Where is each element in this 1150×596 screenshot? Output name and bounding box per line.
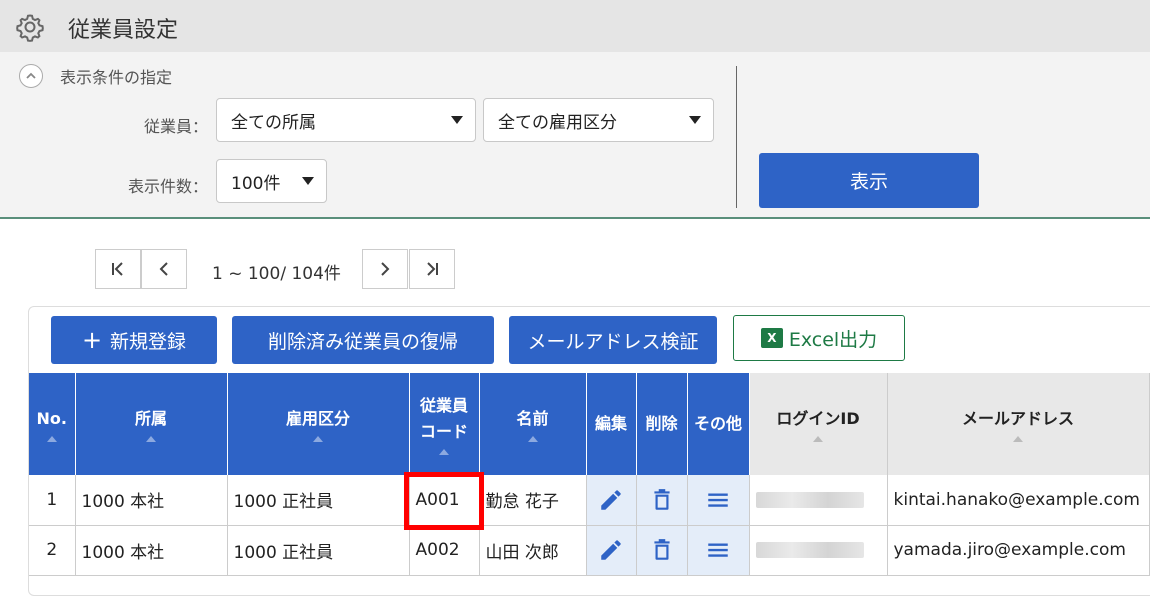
employee-label: 従業員： bbox=[143, 117, 208, 136]
plus-icon: + bbox=[81, 326, 103, 354]
sort-icon bbox=[1013, 435, 1023, 442]
redacted-login-id bbox=[755, 491, 864, 508]
count-label: 表示件数： bbox=[127, 177, 208, 196]
edit-button[interactable] bbox=[586, 475, 637, 526]
cell-code: A002 bbox=[409, 525, 480, 576]
cell-no: 1 bbox=[29, 475, 76, 526]
cell-name: 山田 次郎 bbox=[479, 525, 587, 576]
collapse-toggle[interactable] bbox=[19, 64, 43, 88]
cell-email: kintai.hanako@example.com bbox=[887, 475, 1150, 526]
cell-employment: 1000 正社員 bbox=[227, 525, 410, 576]
employment-value: 全ての雇用区分 bbox=[498, 112, 617, 133]
col-code[interactable]: 従業員 コード bbox=[409, 373, 480, 475]
filter-panel: 表示条件の指定 従業員： 全ての所属 全ての雇用区分 表示件数： 100件 表示 bbox=[0, 52, 1150, 219]
excel-export-label: Excel出力 bbox=[788, 328, 878, 351]
new-registration-label: 新規登録 bbox=[110, 330, 187, 353]
sort-icon bbox=[146, 435, 156, 442]
sort-icon bbox=[313, 435, 323, 442]
excel-export-button[interactable]: X Excel出力 bbox=[733, 315, 905, 361]
chevron-up-icon bbox=[26, 72, 36, 79]
col-employment[interactable]: 雇用区分 bbox=[227, 373, 410, 475]
menu-icon bbox=[708, 543, 728, 557]
gear-icon bbox=[16, 14, 44, 42]
chevron-right-icon bbox=[381, 262, 390, 276]
col-affiliation[interactable]: 所属 bbox=[75, 373, 228, 475]
edit-button[interactable] bbox=[586, 525, 637, 576]
col-name[interactable]: 名前 bbox=[479, 373, 587, 475]
cell-affiliation: 1000 本社 bbox=[75, 525, 228, 576]
employment-select[interactable]: 全ての雇用区分 bbox=[483, 98, 714, 142]
table-row: 1 1000 本社 1000 正社員 A001 勤怠 花子 kintai.han… bbox=[29, 475, 1150, 526]
first-page-icon bbox=[112, 262, 123, 276]
delete-button[interactable] bbox=[636, 525, 688, 576]
trash-icon bbox=[653, 539, 670, 560]
last-page-icon bbox=[427, 262, 438, 276]
affiliation-value: 全ての所属 bbox=[231, 112, 316, 133]
caret-down-icon bbox=[451, 116, 463, 124]
restore-deleted-button[interactable]: 削除済み従業員の復帰 bbox=[232, 316, 494, 364]
first-page-button[interactable] bbox=[95, 249, 141, 289]
excel-icon: X bbox=[760, 328, 783, 348]
col-other: その他 bbox=[687, 373, 750, 475]
sort-icon bbox=[813, 435, 823, 442]
page-title: 従業員設定 bbox=[68, 18, 179, 43]
delete-button[interactable] bbox=[636, 475, 688, 526]
sort-icon bbox=[527, 435, 538, 442]
cell-no: 2 bbox=[29, 525, 76, 576]
trash-icon bbox=[653, 488, 670, 510]
show-button[interactable]: 表示 bbox=[759, 153, 979, 208]
employee-table: No. 所属 雇用区分 従業員 コード 名前 編集 削除 その他 ログインID メ… bbox=[29, 373, 1150, 576]
table-row: 2 1000 本社 1000 正社員 A002 山田 次郎 yamada.jir… bbox=[29, 525, 1150, 576]
cell-affiliation: 1000 本社 bbox=[75, 475, 228, 526]
cell-email: yamada.jiro@example.com bbox=[887, 525, 1150, 576]
verify-email-button[interactable]: メールアドレス検証 bbox=[509, 316, 717, 364]
col-delete: 削除 bbox=[636, 373, 688, 475]
divider bbox=[736, 66, 737, 208]
count-value: 100件 bbox=[231, 173, 281, 194]
cell-name: 勤怠 花子 bbox=[479, 475, 587, 526]
page-range: 1 ~ 100/ 104件 bbox=[212, 264, 341, 284]
col-login-id[interactable]: ログインID bbox=[749, 373, 888, 475]
sort-icon bbox=[439, 448, 449, 455]
pencil-icon bbox=[601, 540, 621, 560]
col-edit: 編集 bbox=[586, 373, 637, 475]
count-select[interactable]: 100件 bbox=[216, 159, 327, 203]
next-page-button[interactable] bbox=[362, 249, 408, 289]
cell-employment: 1000 正社員 bbox=[227, 475, 410, 526]
cell-login-id bbox=[749, 525, 888, 576]
col-no[interactable]: No. bbox=[29, 373, 76, 475]
new-registration-button[interactable]: + 新規登録 bbox=[51, 316, 217, 364]
more-button[interactable] bbox=[687, 525, 750, 576]
pencil-icon bbox=[601, 490, 621, 510]
menu-icon bbox=[708, 493, 728, 507]
affiliation-select[interactable]: 全ての所属 bbox=[216, 98, 476, 142]
cell-login-id bbox=[749, 475, 888, 526]
redacted-login-id bbox=[755, 542, 864, 558]
col-email[interactable]: メールアドレス bbox=[887, 373, 1150, 475]
caret-down-icon bbox=[302, 177, 314, 185]
filter-title: 表示条件の指定 bbox=[60, 68, 173, 87]
sort-icon bbox=[46, 435, 57, 442]
chevron-left-icon bbox=[159, 262, 168, 276]
last-page-button[interactable] bbox=[409, 249, 455, 289]
prev-page-button[interactable] bbox=[141, 249, 187, 289]
highlight-box bbox=[404, 472, 484, 530]
more-button[interactable] bbox=[687, 475, 750, 526]
caret-down-icon bbox=[689, 116, 701, 124]
page-header: 従業員設定 bbox=[0, 0, 1150, 52]
